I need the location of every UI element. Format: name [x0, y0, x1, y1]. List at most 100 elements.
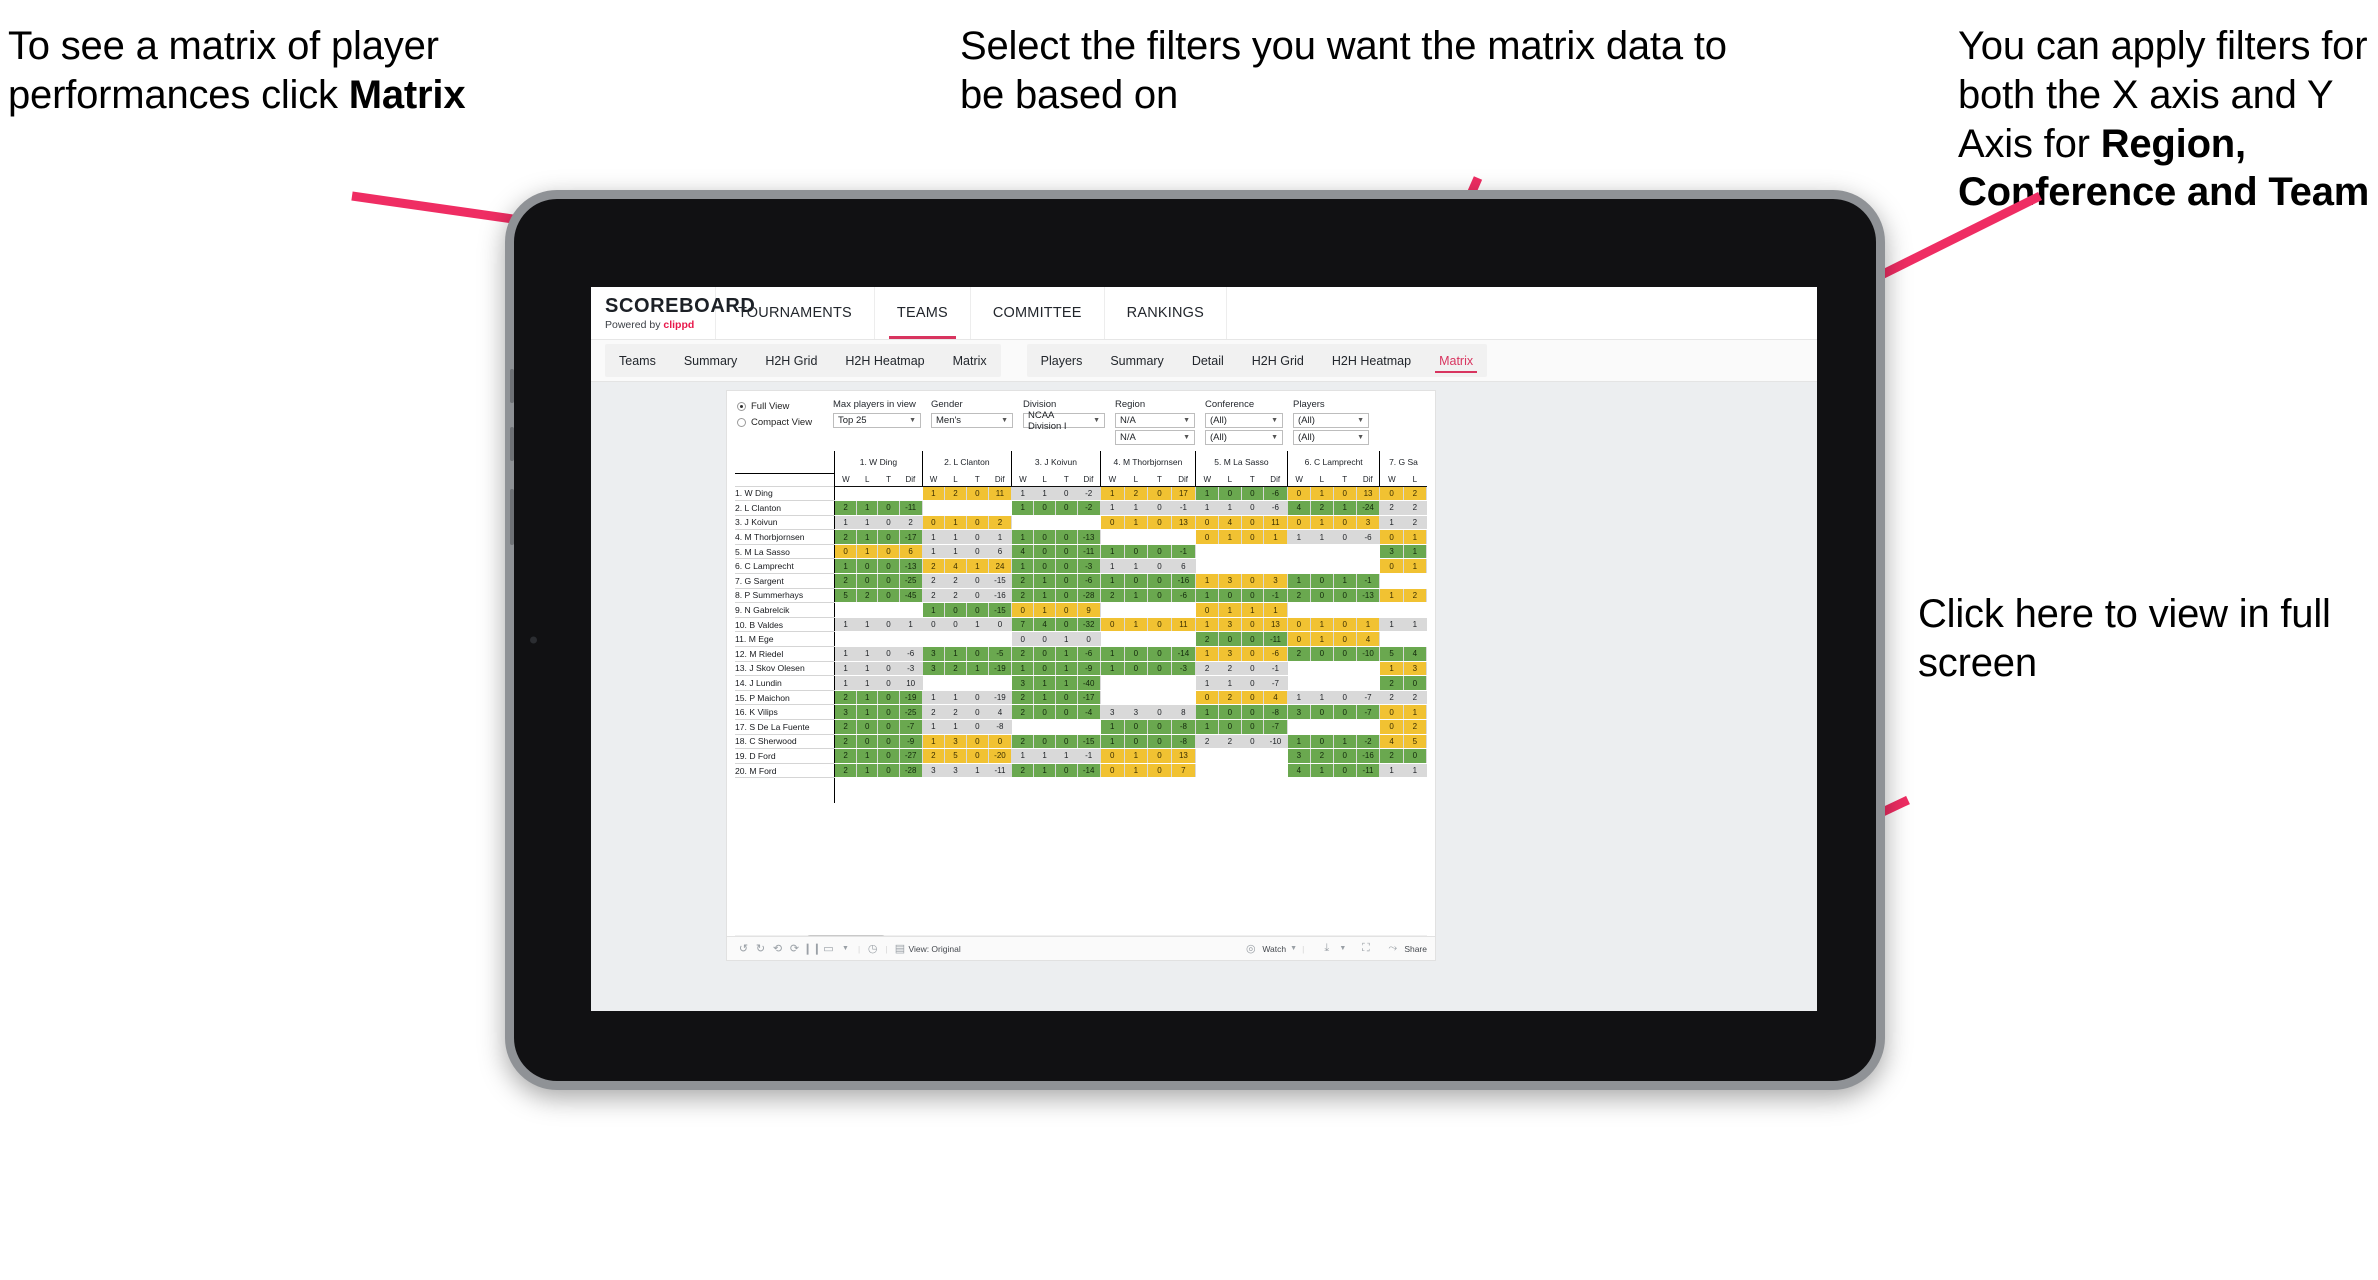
matrix-cell[interactable]	[1170, 529, 1197, 545]
matrix-cell[interactable]: 0	[1218, 704, 1242, 720]
matrix-cell[interactable]: 2	[834, 733, 858, 750]
matrix-cell[interactable]: 1	[921, 602, 946, 618]
tab-players-matrix[interactable]: Matrix	[1425, 344, 1487, 377]
matrix-cell[interactable]: 1	[944, 514, 967, 531]
matrix-cell[interactable]: -6	[1076, 573, 1101, 589]
matrix-cell[interactable]	[965, 631, 989, 648]
matrix-cell[interactable]	[898, 485, 923, 502]
matrix-cell[interactable]: 0	[1147, 646, 1172, 662]
matrix-cell[interactable]: 1	[1218, 500, 1242, 516]
matrix-cell[interactable]: 0	[1147, 573, 1172, 589]
matrix-cell[interactable]: 13	[1170, 514, 1197, 531]
matrix-cell[interactable]: 2	[1099, 587, 1125, 604]
matrix-cell[interactable]: -15	[987, 602, 1013, 618]
view-dropdown-icon[interactable]: ▭	[820, 942, 837, 955]
matrix-cell[interactable]: 4	[1218, 514, 1242, 531]
chevron-down-icon[interactable]: ▼	[837, 945, 854, 952]
matrix-cell[interactable]: 0	[965, 646, 989, 662]
download-button[interactable]: ⤓ ▼	[1318, 942, 1347, 955]
matrix-row-label[interactable]: 6. C Lamprecht	[735, 558, 835, 575]
matrix-cell[interactable]: 0	[1240, 704, 1265, 720]
matrix-cell[interactable]: 0	[965, 689, 989, 706]
matrix-cell[interactable]: 3	[1402, 660, 1428, 677]
matrix-cell[interactable]: 1	[1195, 704, 1220, 720]
matrix-cell[interactable]	[1011, 514, 1035, 531]
matrix-cell[interactable]	[1170, 631, 1197, 648]
matrix-cell[interactable]: 0	[1218, 719, 1242, 735]
matrix-cell[interactable]: 1	[1054, 748, 1078, 764]
matrix-cell[interactable]	[1123, 675, 1149, 691]
matrix-cell[interactable]	[1099, 675, 1125, 691]
matrix-cell[interactable]	[834, 631, 858, 648]
matrix-cell[interactable]: 13	[1170, 748, 1197, 764]
matrix-cell[interactable]: 1	[1054, 631, 1078, 648]
matrix-cell[interactable]: 1	[1286, 733, 1312, 750]
matrix-cell[interactable]: 0	[1076, 631, 1101, 648]
matrix-cell[interactable]: 1	[1123, 514, 1149, 531]
matrix-cell[interactable]: 0	[1033, 500, 1056, 516]
matrix-cell[interactable]: -32	[1076, 616, 1101, 633]
tab-players[interactable]: Players	[1027, 344, 1097, 377]
matrix-cell[interactable]: 1	[1195, 675, 1220, 691]
matrix-cell[interactable]: 1	[1123, 558, 1149, 575]
matrix-cell[interactable]: -10	[1355, 646, 1381, 662]
matrix-cell[interactable]: 6	[1170, 558, 1197, 575]
matrix-cell[interactable]: 1	[1332, 500, 1357, 516]
matrix-cell[interactable]: -13	[898, 558, 923, 575]
matrix-cell[interactable]: 0	[1011, 602, 1035, 618]
matrix-cell[interactable]: -6	[1076, 646, 1101, 662]
matrix-cell[interactable]: 1	[1379, 762, 1404, 779]
matrix-cell[interactable]	[1332, 543, 1357, 560]
matrix-cell[interactable]: 0	[1379, 529, 1404, 545]
matrix-cell[interactable]: 1	[1402, 543, 1428, 560]
matrix-cell[interactable]: 4	[1263, 689, 1288, 706]
matrix-cell[interactable]: -7	[1263, 675, 1288, 691]
matrix-cell[interactable]: -16	[987, 587, 1013, 604]
matrix-cell[interactable]: -8	[1170, 719, 1197, 735]
matrix-row-label[interactable]: 19. D Ford	[735, 748, 835, 764]
matrix-cell[interactable]	[1310, 719, 1334, 735]
undo-icon[interactable]: ↺	[735, 942, 752, 955]
matrix-cell[interactable]: 0	[1402, 748, 1428, 764]
matrix-cell[interactable]: 1	[1379, 514, 1404, 531]
matrix-cell[interactable]: 0	[877, 719, 900, 735]
matrix-cell[interactable]: 0	[834, 543, 858, 560]
matrix-cell[interactable]: 0	[1054, 733, 1078, 750]
matrix-cell[interactable]	[1054, 719, 1078, 735]
matrix-cell[interactable]	[1033, 719, 1056, 735]
matrix-row-label[interactable]: 10. B Valdes	[735, 616, 835, 633]
matrix-cell[interactable]: 3	[1263, 573, 1288, 589]
matrix-cell[interactable]: 1	[834, 558, 858, 575]
matrix-cell[interactable]: 1	[1054, 675, 1078, 691]
matrix-cell[interactable]: 5	[1402, 733, 1428, 750]
matrix-cell[interactable]: 0	[877, 704, 900, 720]
matrix-cell[interactable]: 1	[1033, 573, 1056, 589]
matrix-cell[interactable]: 1	[834, 646, 858, 662]
matrix-cell[interactable]	[1355, 543, 1381, 560]
matrix-cell[interactable]: 2	[1379, 689, 1404, 706]
matrix-cell[interactable]: 0	[1240, 689, 1265, 706]
matrix-cell[interactable]: 0	[1310, 573, 1334, 589]
matrix-cell[interactable]: 0	[1123, 733, 1149, 750]
matrix-cell[interactable]: 1	[1379, 616, 1404, 633]
matrix-cell[interactable]: -24	[1355, 500, 1381, 516]
matrix-cell[interactable]: 11	[987, 485, 1013, 502]
matrix-cell[interactable]: 2	[834, 719, 858, 735]
matrix-cell[interactable]: 3	[1355, 514, 1381, 531]
matrix-cell[interactable]: 1	[1379, 587, 1404, 604]
matrix-cell[interactable]: -14	[1076, 762, 1101, 779]
matrix-cell[interactable]: 1	[1099, 660, 1125, 677]
matrix-cell[interactable]: -14	[1170, 646, 1197, 662]
matrix-cell[interactable]: -3	[1076, 558, 1101, 575]
matrix-cell[interactable]: -7	[1355, 689, 1381, 706]
matrix-cell[interactable]: 0	[944, 616, 967, 633]
matrix-cell[interactable]: -17	[898, 529, 923, 545]
matrix-cell[interactable]: -6	[1263, 646, 1288, 662]
matrix-cell[interactable]: 1	[921, 719, 946, 735]
matrix-cell[interactable]: 7	[1011, 616, 1035, 633]
matrix-cell[interactable]: 0	[856, 719, 879, 735]
matrix-cell[interactable]: 1	[1332, 573, 1357, 589]
matrix-cell[interactable]: -19	[898, 689, 923, 706]
matrix-cell[interactable]: 1	[1011, 529, 1035, 545]
matrix-cell[interactable]: 1	[856, 660, 879, 677]
